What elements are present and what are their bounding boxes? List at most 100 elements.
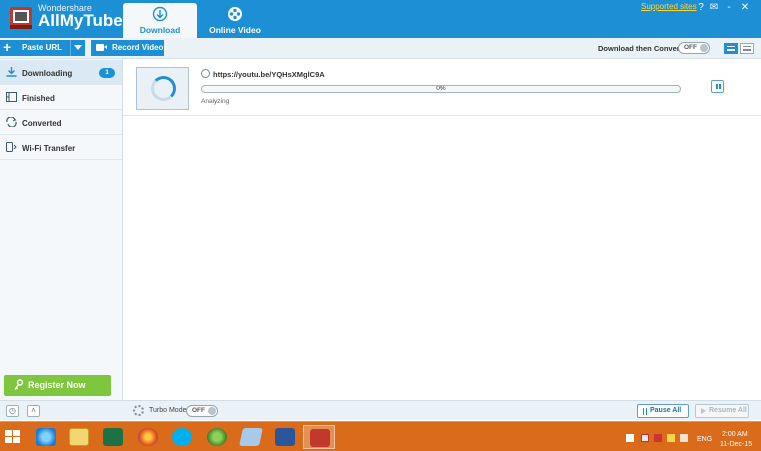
sidebar-item-wifi-transfer[interactable]: Wi-Fi Transfer: [0, 135, 122, 160]
download-list: https://youtu.be/YQHsXMglC9A 0% Analyzin…: [123, 59, 761, 400]
tab-download[interactable]: Download: [123, 3, 197, 38]
film-strip-icon: [6, 92, 17, 102]
tab-online-video[interactable]: Online Video: [198, 3, 272, 38]
word-glyph: [275, 428, 295, 446]
video-url: https://youtu.be/YQHsXMglC9A: [213, 70, 325, 79]
firefox-glyph: [138, 428, 158, 446]
list-detail-icon: [743, 46, 751, 51]
resume-all-button[interactable]: Resume All: [695, 404, 749, 418]
sidebar: Downloading 1 Finished Converted Wi-Fi T…: [0, 59, 123, 420]
windows-start-icon[interactable]: [5, 430, 21, 445]
turbo-mode-label: Turbo Mode:: [149, 407, 189, 414]
paste-url-button[interactable]: + Paste URL: [0, 39, 85, 56]
supported-sites-link[interactable]: Supported sites: [641, 2, 697, 11]
word-icon[interactable]: [269, 425, 301, 449]
allmytube-logo-icon: [10, 7, 32, 29]
sidebar-item-label: Converted: [22, 119, 62, 128]
notes-glyph: [239, 428, 263, 446]
sidebar-item-downloading[interactable]: Downloading 1: [0, 60, 122, 85]
plus-icon: +: [3, 39, 12, 55]
download-then-convert-label: Download then Convert: [598, 44, 683, 53]
progress-bar: 0%: [201, 85, 681, 93]
status-bar: Turbo Mode: OFF Pause All Resume All: [123, 400, 761, 420]
record-video-button[interactable]: Record Video: [91, 40, 164, 56]
allmytube-glyph: [310, 429, 330, 447]
action-center-icon[interactable]: [641, 434, 649, 442]
skype-icon[interactable]: [166, 425, 198, 449]
list-icon: [727, 46, 735, 51]
chevron-down-icon[interactable]: [70, 40, 85, 56]
chevron-up-icon[interactable]: ˄: [27, 405, 40, 417]
title-bar: Wondershare AllMyTube Download Online Vi…: [0, 0, 761, 38]
language-indicator[interactable]: ENG: [697, 436, 712, 443]
skype-glyph: [172, 428, 192, 446]
pause-icon: [643, 408, 647, 415]
power-icon[interactable]: [667, 434, 675, 442]
globe-icon: [201, 69, 210, 78]
excel-icon[interactable]: [97, 425, 129, 449]
download-arrow-icon: [6, 67, 17, 77]
show-hidden-icons-icon[interactable]: [626, 434, 634, 442]
toggle-knob: [208, 407, 216, 415]
sidebar-item-label: Finished: [22, 94, 55, 103]
download-icon: [152, 6, 168, 22]
tray-app-icon[interactable]: [654, 434, 662, 442]
clock-icon[interactable]: ◷: [6, 405, 19, 417]
video-thumbnail: [136, 67, 189, 110]
gear-icon: [133, 405, 144, 416]
excel-glyph: [103, 428, 123, 446]
idm-glyph: [207, 428, 227, 446]
detail-view-button[interactable]: [740, 43, 754, 54]
progress-percent: 0%: [436, 85, 446, 92]
register-now-label: Register Now: [28, 380, 86, 390]
folder-glyph: [69, 428, 89, 446]
pause-all-button[interactable]: Pause All: [637, 404, 689, 418]
tab-label: Download: [139, 25, 181, 35]
internet-explorer-glyph: [36, 428, 56, 446]
key-icon: [14, 379, 24, 390]
pause-item-button[interactable]: [711, 80, 724, 93]
allmytube-taskbar-icon[interactable]: [303, 425, 335, 449]
toggle-state: OFF: [192, 407, 205, 414]
help-icon[interactable]: ?: [695, 2, 707, 14]
sidebar-item-finished[interactable]: Finished: [0, 85, 122, 110]
clock-time[interactable]: 2:00 AM: [722, 431, 748, 438]
record-video-label: Record Video: [112, 43, 164, 52]
windows-taskbar: ENG 2:00 AM 11-Dec-15: [0, 421, 761, 451]
firefox-icon[interactable]: [132, 425, 164, 449]
register-now-button[interactable]: Register Now: [4, 375, 111, 396]
toggle-state: OFF: [684, 44, 697, 51]
tab-label: Online Video: [209, 25, 261, 35]
resume-all-label: Resume All: [709, 407, 747, 414]
internet-explorer-icon[interactable]: [30, 425, 62, 449]
volume-icon[interactable]: [680, 434, 688, 442]
download-then-convert-toggle[interactable]: OFF: [678, 42, 710, 54]
play-icon: [701, 408, 706, 414]
sidebar-footer: ◷ ˄: [0, 400, 123, 420]
message-icon[interactable]: ✉: [708, 2, 720, 14]
download-status: Analyzing: [201, 98, 230, 105]
count-badge: 1: [99, 68, 115, 78]
idm-icon[interactable]: [201, 425, 233, 449]
convert-icon: [6, 117, 17, 127]
clock-date[interactable]: 11-Dec-15: [720, 441, 752, 448]
sidebar-item-converted[interactable]: Converted: [0, 110, 122, 135]
camera-icon: [96, 44, 107, 51]
phone-icon: [6, 142, 17, 152]
loading-spinner-icon: [151, 76, 176, 101]
list-item[interactable]: https://youtu.be/YQHsXMglC9A 0% Analyzin…: [123, 59, 761, 116]
notes-icon[interactable]: [235, 425, 267, 449]
toolbar: + Paste URL Record Video Download then C…: [0, 38, 761, 59]
list-view-button[interactable]: [724, 43, 738, 54]
sidebar-item-label: Wi-Fi Transfer: [22, 144, 76, 153]
sidebar-item-label: Downloading: [22, 69, 73, 78]
minimize-button[interactable]: -: [723, 2, 735, 14]
turbo-mode-toggle[interactable]: OFF: [186, 405, 218, 417]
brand-name: AllMyTube: [38, 11, 123, 30]
close-button[interactable]: ✕: [739, 2, 751, 14]
film-reel-icon: [228, 7, 242, 21]
pause-all-label: Pause All: [650, 407, 682, 414]
file-explorer-icon[interactable]: [63, 425, 95, 449]
paste-url-label: Paste URL: [22, 43, 63, 52]
toggle-knob: [700, 44, 708, 52]
